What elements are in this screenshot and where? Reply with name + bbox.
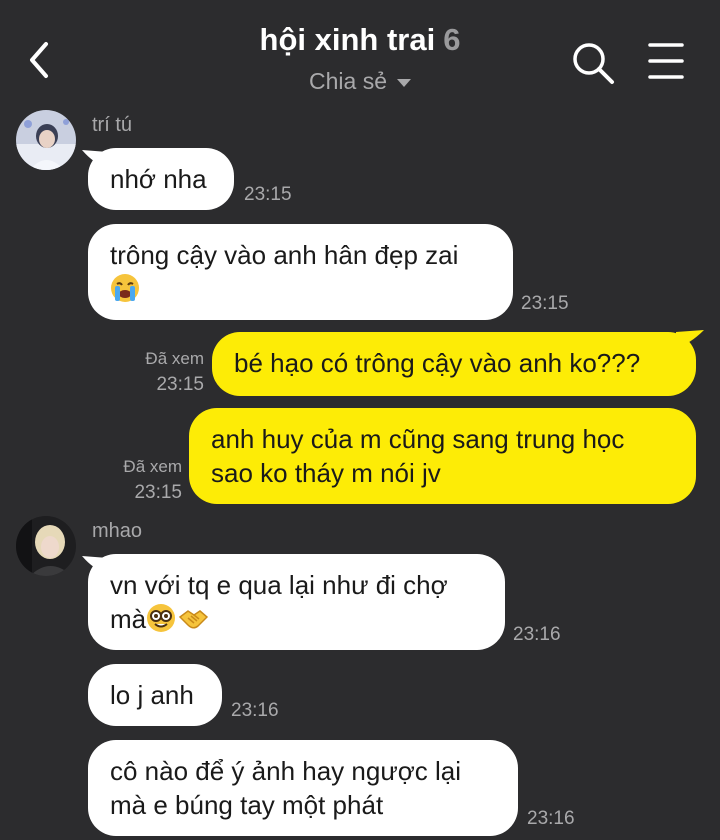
- message-text-line2: mà: [110, 604, 147, 634]
- message-text: nhớ nha: [110, 164, 207, 194]
- nerd-face-emoji: [147, 604, 176, 632]
- message-text: bé hạo có trông cậy vào anh ko???: [234, 348, 641, 378]
- read-receipt: Đã xem 23:15: [96, 454, 182, 506]
- message-bubble[interactable]: trông cậy vào anh hân đẹp zai: [88, 224, 513, 320]
- seen-status: Đã xem: [145, 349, 204, 368]
- avatar-photo: [16, 516, 76, 576]
- message-bubble[interactable]: bé hạo có trông cậy vào anh ko???: [212, 332, 696, 396]
- message-bubble[interactable]: cô nào để ý ảnh hay ngược lại mà e búng …: [88, 740, 518, 836]
- message-time: 23:15: [156, 374, 204, 395]
- group-name: hội xinh trai: [259, 22, 436, 57]
- loudly-crying-face-emoji: [111, 274, 139, 302]
- sender-name: trí tú: [92, 114, 133, 136]
- message-text-line1: vn với tq e qua lại như đi chợ: [110, 570, 448, 600]
- message-time: 23:15: [244, 184, 292, 205]
- avatar-photo: [16, 110, 76, 170]
- message-time: 23:15: [134, 482, 182, 503]
- search-icon[interactable]: [570, 40, 616, 86]
- sender-name: mhao: [92, 520, 143, 542]
- read-receipt: Đã xem 23:15: [120, 346, 204, 398]
- chat-header: hội xinh trai 6 Chia sẻ: [0, 0, 720, 108]
- message-bubble[interactable]: anh huy của m cũng sang trung học sao ko…: [189, 408, 696, 504]
- message-text-line2: sao ko tháy m nói jv: [211, 458, 441, 488]
- bubble-tail: [676, 330, 704, 348]
- message-text-line2: mà e búng tay một phát: [110, 790, 384, 820]
- handshake-emoji: [178, 610, 209, 629]
- dropdown-caret-icon: [396, 78, 411, 87]
- member-count: 6: [443, 22, 461, 57]
- message-bubble[interactable]: lo j anh: [88, 664, 222, 726]
- message-time: 23:16: [513, 624, 561, 645]
- message-bubble[interactable]: vn với tq e qua lại như đi chợ mà: [88, 554, 505, 650]
- avatar-mhao[interactable]: [16, 516, 76, 576]
- message-bubble[interactable]: nhớ nha: [88, 148, 234, 210]
- message-time: 23:16: [527, 808, 575, 829]
- message-text-line1: cô nào để ý ảnh hay ngược lại: [110, 756, 462, 786]
- share-label: Chia sẻ: [309, 68, 387, 94]
- seen-status: Đã xem: [123, 457, 182, 476]
- message-text: lo j anh: [110, 680, 194, 710]
- avatar-tri-tu[interactable]: [16, 110, 76, 170]
- menu-icon[interactable]: [644, 40, 688, 82]
- message-time: 23:15: [521, 293, 569, 314]
- message-text: trông cậy vào anh hân đẹp zai: [110, 240, 459, 270]
- message-time: 23:16: [231, 700, 279, 721]
- message-text-line1: anh huy của m cũng sang trung học: [211, 424, 625, 454]
